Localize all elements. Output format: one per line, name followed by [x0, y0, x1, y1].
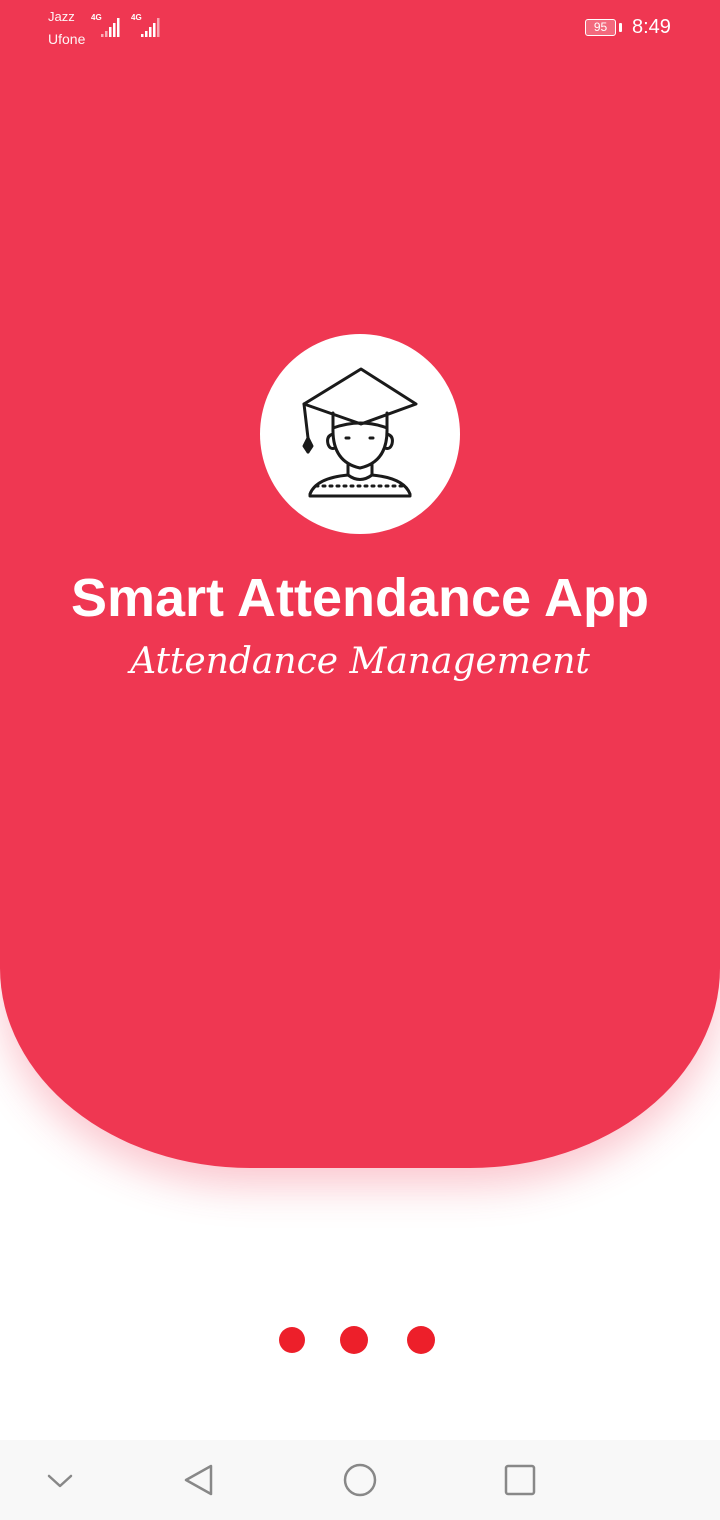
carrier-ufone: Ufone	[48, 31, 86, 47]
battery-indicator: 95	[585, 19, 616, 36]
page-indicator-dot-1	[279, 1327, 305, 1353]
status-bar: Jazz Ufone 4G 4G 95 8:49	[0, 0, 720, 56]
page-indicator-dot-3	[407, 1326, 435, 1354]
recents-icon[interactable]	[496, 1456, 544, 1504]
graduate-student-icon	[302, 367, 418, 498]
app-logo	[260, 334, 460, 534]
page-indicator-dot-2	[340, 1326, 368, 1354]
home-icon[interactable]	[336, 1456, 384, 1504]
navigation-bar	[0, 1440, 720, 1520]
carrier-jazz: Jazz	[48, 9, 75, 24]
app-title: Smart Attendance App	[70, 568, 650, 628]
status-time: 8:49	[632, 16, 671, 38]
battery-tip-icon	[619, 23, 622, 32]
back-icon[interactable]	[176, 1456, 224, 1504]
signal-bars-1-icon	[101, 18, 120, 37]
chevron-down-icon[interactable]	[36, 1456, 84, 1504]
app-subtitle: Attendance Management	[130, 641, 590, 682]
signal-bars-2-icon	[141, 18, 160, 37]
